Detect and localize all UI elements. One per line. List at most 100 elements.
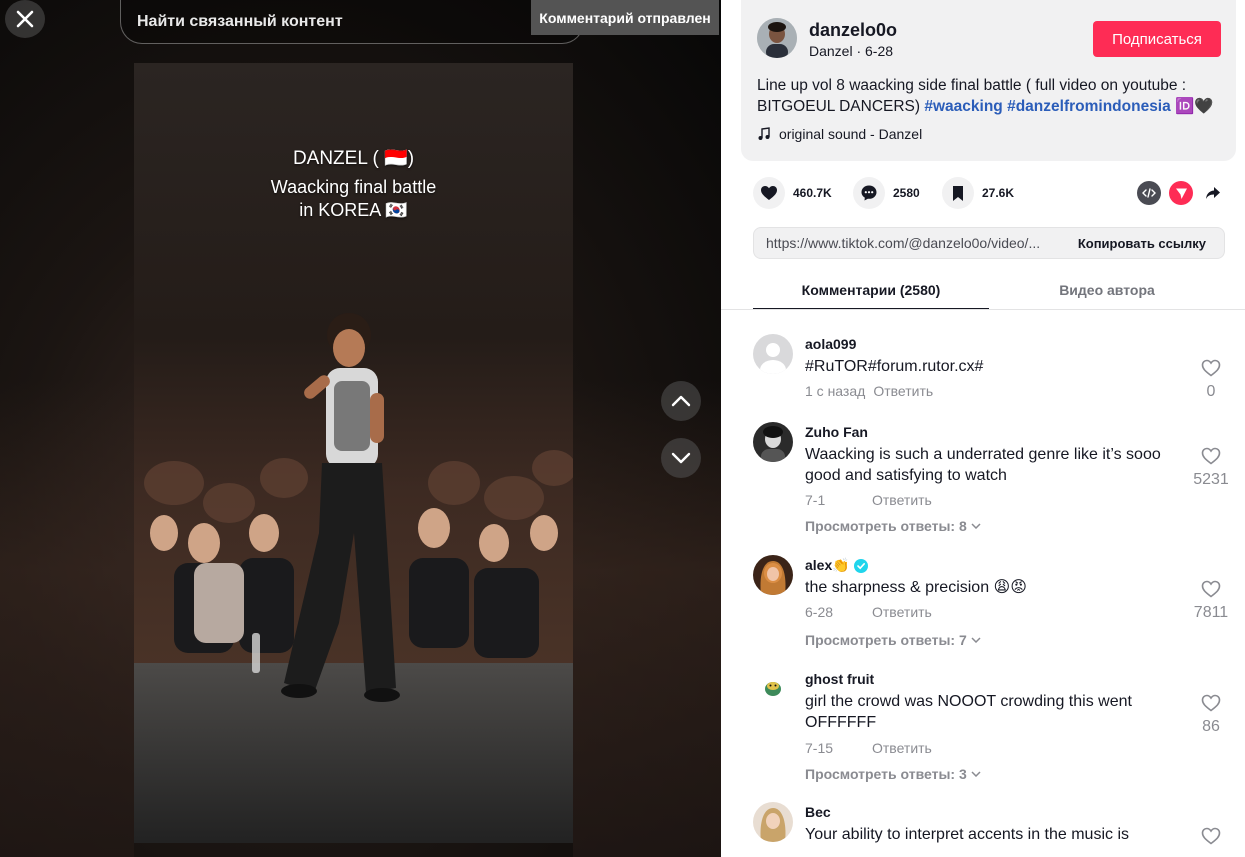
reply-button[interactable]: Ответить bbox=[873, 383, 933, 399]
video-frame[interactable]: DANZEL ( 🇮🇩) Waacking final battle in KO… bbox=[134, 63, 573, 843]
default-avatar-icon bbox=[753, 334, 793, 374]
comment-username-text: Bec bbox=[805, 804, 831, 820]
view-replies-label: Просмотреть ответы: 7 bbox=[805, 632, 967, 648]
heart-outline-icon bbox=[1201, 694, 1221, 712]
tabs-divider bbox=[721, 309, 1245, 310]
like-button[interactable] bbox=[753, 177, 785, 209]
view-replies-button[interactable]: Просмотреть ответы: 3 bbox=[805, 766, 981, 782]
comment-text: the sharpness & precision 😩😡 bbox=[805, 579, 1027, 596]
close-button[interactable] bbox=[5, 0, 45, 38]
comment-like-button[interactable] bbox=[1189, 827, 1233, 845]
comment-like-button[interactable]: 86 bbox=[1189, 694, 1233, 736]
chevron-up-icon bbox=[671, 395, 691, 407]
action-bar: 460.7K 2580 27.6K bbox=[753, 177, 1233, 211]
view-replies-label: Просмотреть ответы: 3 bbox=[805, 766, 967, 782]
comment-count: 2580 bbox=[893, 186, 920, 200]
comment-like-button[interactable]: 7811 bbox=[1189, 580, 1233, 622]
comment-username-text: aola099 bbox=[805, 336, 857, 352]
author-avatar[interactable] bbox=[757, 18, 797, 58]
description-card: danzelo0o Danzel · 6-28 Подписаться Line… bbox=[741, 0, 1236, 161]
description-suffix: 🆔🖤 bbox=[1170, 98, 1214, 115]
toast-notification: Комментарий отправлен bbox=[531, 0, 719, 35]
related-content-search[interactable] bbox=[120, 0, 584, 44]
author-username[interactable]: danzelo0o bbox=[809, 20, 897, 41]
heart-icon bbox=[761, 186, 777, 200]
share-button[interactable] bbox=[1201, 181, 1225, 205]
chevron-down-icon bbox=[971, 523, 981, 529]
comment-username-text: Zuho Fan bbox=[805, 424, 868, 440]
video-link-row: https://www.tiktok.com/@danzelo0o/video/… bbox=[753, 227, 1225, 259]
comment-text: Your ability to interpret accents in the… bbox=[805, 826, 1130, 843]
like-action[interactable]: 460.7K bbox=[753, 177, 832, 209]
comment-avatar[interactable] bbox=[753, 555, 793, 595]
comment-icon bbox=[861, 185, 877, 201]
comment-like-button[interactable]: 0 bbox=[1189, 359, 1233, 401]
comment-date: 7-15 bbox=[805, 740, 834, 756]
save-count: 27.6K bbox=[982, 186, 1015, 200]
comment-text: Waacking is such a underrated genre like… bbox=[805, 446, 1161, 484]
reply-button[interactable]: Ответить bbox=[872, 492, 932, 508]
video-description: Line up vol 8 waacking side final battle… bbox=[757, 75, 1227, 117]
save-button[interactable] bbox=[942, 177, 974, 209]
tabs: Комментарии (2580) Видео автора bbox=[753, 272, 1225, 310]
comment-username[interactable]: Bec bbox=[805, 804, 831, 820]
comment-like-count: 5231 bbox=[1193, 471, 1229, 488]
comment-avatar[interactable] bbox=[753, 422, 793, 462]
search-input[interactable] bbox=[137, 12, 517, 31]
save-action[interactable]: 27.6K bbox=[942, 177, 1014, 209]
chevron-down-icon bbox=[971, 637, 981, 643]
heart-outline-icon bbox=[1201, 447, 1221, 465]
video-overlay-location: in KOREA 🇰🇷 bbox=[299, 200, 408, 220]
comment-meta: 7-15 Ответить bbox=[805, 740, 932, 756]
music-link[interactable]: original sound - Danzel bbox=[757, 126, 922, 142]
comment-date: 6-28 bbox=[805, 604, 834, 620]
comment-like-count: 86 bbox=[1202, 718, 1220, 735]
video-details-panel: danzelo0o Danzel · 6-28 Подписаться Line… bbox=[721, 0, 1245, 857]
comment-meta: 6-28 Ответить bbox=[805, 604, 932, 620]
hashtag-danzelfromindonesia[interactable]: #danzelfromindonesia bbox=[1007, 98, 1171, 115]
share-arrow-icon bbox=[1206, 187, 1220, 199]
tab-comments[interactable]: Комментарии (2580) bbox=[753, 272, 989, 310]
user-avatar-image bbox=[753, 422, 793, 462]
comment-username[interactable]: alex👏 bbox=[805, 557, 868, 574]
comment-avatar[interactable] bbox=[753, 334, 793, 374]
comment-date: 1 с назад bbox=[805, 383, 866, 399]
heart-outline-icon bbox=[1201, 359, 1221, 377]
comment-username[interactable]: Zuho Fan bbox=[805, 424, 868, 440]
previous-video-button[interactable] bbox=[661, 381, 701, 421]
author-nickname-date: Danzel · 6-28 bbox=[809, 43, 894, 59]
reply-button[interactable]: Ответить bbox=[872, 604, 932, 620]
video-player-area: DANZEL ( 🇮🇩) Waacking final battle in KO… bbox=[0, 0, 721, 857]
tab-author-videos[interactable]: Видео автора bbox=[989, 272, 1225, 310]
reply-button[interactable]: Ответить bbox=[872, 740, 932, 756]
copy-link-button[interactable]: Копировать ссылку bbox=[1066, 236, 1224, 251]
comment-text: #RuTOR#forum.rutor.cx# bbox=[805, 358, 984, 375]
comment-avatar[interactable] bbox=[753, 669, 793, 709]
embed-button[interactable] bbox=[1137, 181, 1161, 205]
comment-avatar[interactable] bbox=[753, 802, 793, 842]
comment-username[interactable]: aola099 bbox=[805, 336, 856, 352]
comment-button[interactable] bbox=[853, 177, 885, 209]
view-replies-button[interactable]: Просмотреть ответы: 8 bbox=[805, 518, 981, 534]
video-overlay-subtitle: Waacking final battle bbox=[270, 177, 437, 197]
comment-action[interactable]: 2580 bbox=[853, 177, 920, 209]
comment-text: girl the crowd was NOOOT crowding this w… bbox=[805, 693, 1132, 731]
chevron-down-icon bbox=[671, 452, 691, 464]
video-overlay-title: DANZEL ( 🇮🇩) bbox=[292, 148, 415, 169]
embed-code-icon bbox=[1142, 188, 1156, 198]
view-replies-button[interactable]: Просмотреть ответы: 7 bbox=[805, 632, 981, 648]
verified-badge-icon bbox=[853, 558, 868, 573]
chevron-down-icon bbox=[971, 771, 981, 777]
next-video-button[interactable] bbox=[661, 438, 701, 478]
user-avatar-image bbox=[753, 669, 793, 709]
user-avatar-image bbox=[753, 555, 793, 595]
comment-like-button[interactable]: 5231 bbox=[1189, 447, 1233, 489]
like-count: 460.7K bbox=[793, 186, 832, 200]
comment-username[interactable]: ghost fruit bbox=[805, 671, 874, 687]
send-to-friends-button[interactable] bbox=[1169, 181, 1193, 205]
heart-outline-icon bbox=[1201, 827, 1221, 845]
hashtag-waacking[interactable]: #waacking bbox=[924, 98, 1002, 115]
follow-button[interactable]: Подписаться bbox=[1093, 21, 1221, 57]
heart-outline-icon bbox=[1201, 580, 1221, 598]
comment-like-count: 0 bbox=[1206, 383, 1216, 400]
